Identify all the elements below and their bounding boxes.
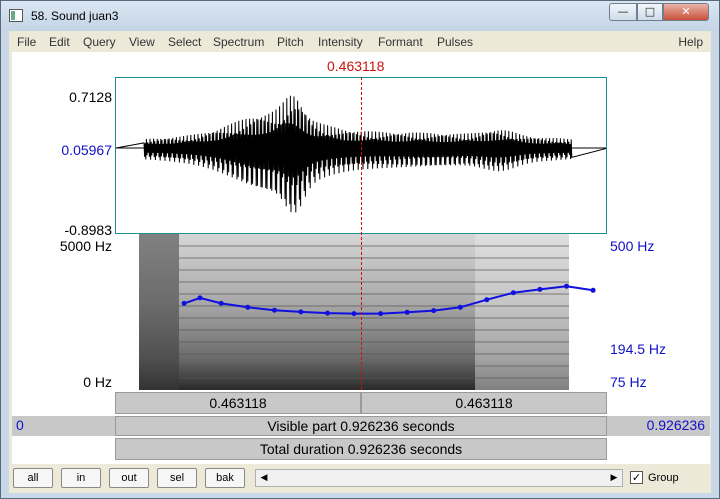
zoom-all-button[interactable]: all [13, 468, 53, 488]
pitch-point [484, 297, 490, 303]
menu-file[interactable]: File [17, 35, 36, 49]
minimize-button[interactable]: — [609, 3, 637, 21]
zoom-in-button[interactable]: in [61, 468, 101, 488]
menu-pulses[interactable]: Pulses [437, 35, 473, 49]
spectrogram-bottom-freq-label: 0 Hz [83, 374, 112, 390]
pitch-point [457, 304, 463, 310]
pitch-point [271, 307, 277, 313]
visible-end-label: 0.926236 [646, 417, 705, 433]
praat-sound-window: 58. Sound juan3 — □ ✕ File Edit Query Vi… [0, 0, 720, 499]
waveform-min-label: -0.8983 [64, 222, 112, 238]
pitch-bottom-label: 75 Hz [610, 374, 647, 390]
waveform-max-label: 0.7128 [69, 89, 112, 105]
total-duration-bar[interactable]: Total duration 0.926236 seconds [115, 438, 607, 460]
signal-canvas[interactable]: 0.463118 0.7128 0.05967 -0.8983 5000 Hz … [12, 52, 710, 464]
pitch-point [245, 304, 251, 310]
visible-start-label: 0 [16, 417, 24, 433]
time-segment-right[interactable]: 0.463118 [361, 392, 607, 414]
pitch-point [431, 308, 437, 314]
menu-view[interactable]: View [129, 35, 155, 49]
cursor-time-label: 0.463118 [327, 58, 385, 74]
zoom-out-button[interactable]: out [109, 468, 149, 488]
horizontal-scrollbar[interactable]: ◀ ▶ [255, 469, 623, 487]
menu-query[interactable]: Query [83, 35, 116, 49]
pitch-top-label: 500 Hz [610, 238, 655, 254]
scroll-left-icon[interactable]: ◀ [256, 470, 272, 486]
menu-spectrum[interactable]: Spectrum [213, 35, 264, 49]
menu-bar: File Edit Query View Select Spectrum Pit… [9, 31, 711, 52]
spectrogram-onset [139, 234, 179, 390]
bottom-toolbar: all in out sel bak ◀ ▶ ✓ Group [9, 464, 711, 493]
menu-select[interactable]: Select [168, 35, 201, 49]
maximize-button[interactable]: □ [637, 3, 663, 21]
pitch-point [298, 309, 304, 315]
close-button[interactable]: ✕ [663, 3, 709, 21]
menu-pitch[interactable]: Pitch [277, 35, 304, 49]
scroll-right-icon[interactable]: ▶ [606, 470, 622, 486]
time-segment-left[interactable]: 0.463118 [115, 392, 361, 414]
pitch-point [537, 286, 543, 292]
pitch-point [197, 295, 203, 301]
spectrogram-top-freq-label: 5000 Hz [59, 238, 112, 254]
menu-edit[interactable]: Edit [49, 35, 70, 49]
cursor-line [361, 77, 362, 390]
menu-help[interactable]: Help [678, 35, 703, 49]
pitch-point [510, 290, 516, 296]
menu-intensity[interactable]: Intensity [318, 35, 363, 49]
window-title: 58. Sound juan3 [31, 9, 119, 23]
pitch-point [181, 300, 187, 306]
pitch-point [590, 287, 596, 293]
pitch-point [218, 300, 224, 306]
menu-formant[interactable]: Formant [378, 35, 423, 49]
zoom-back-button[interactable]: bak [205, 468, 245, 488]
group-checkbox[interactable]: ✓ [630, 471, 643, 484]
pitch-cursor-label: 194.5 Hz [610, 341, 667, 357]
group-label: Group [648, 472, 679, 484]
zoom-selection-button[interactable]: sel [157, 468, 197, 488]
title-bar[interactable]: 58. Sound juan3 — □ ✕ [1, 1, 719, 31]
waveform-cursor-value-label: 0.05967 [61, 142, 112, 158]
pitch-point [325, 310, 330, 316]
app-icon [9, 9, 23, 22]
pitch-point [404, 309, 410, 315]
pitch-point [351, 311, 357, 317]
pitch-point [378, 311, 384, 317]
client-area: File Edit Query View Select Spectrum Pit… [9, 31, 711, 493]
pitch-point [564, 283, 569, 289]
